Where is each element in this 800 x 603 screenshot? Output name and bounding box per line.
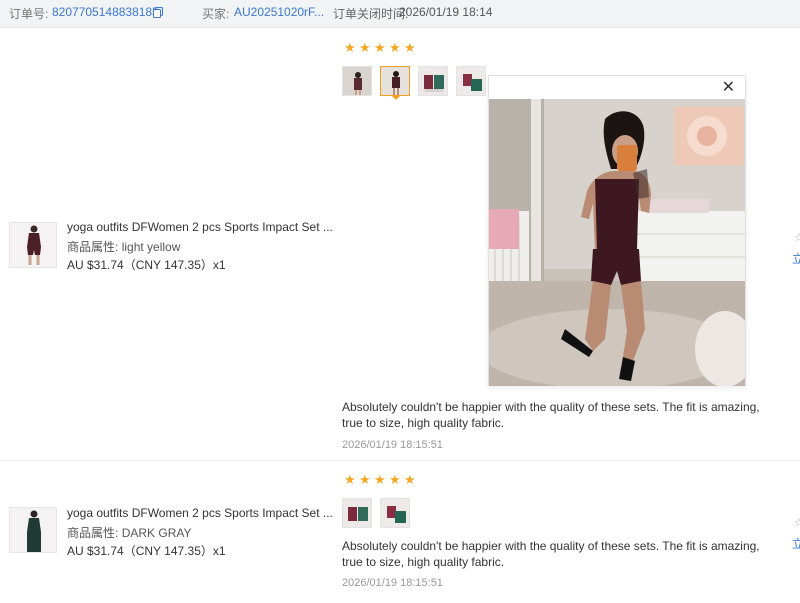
review-image-list (342, 498, 410, 528)
buyer-link[interactable]: AU20251020rF... (234, 5, 324, 19)
product-price: AU $31.74（CNY 147.35）x1 (67, 258, 226, 272)
star-icon: ★ (374, 40, 386, 55)
close-time-value: 2026/01/19 18:14 (399, 5, 493, 19)
rating-stars: ★ ★ ★ ★ ★ (344, 473, 417, 486)
attribute-label: 商品属性: (67, 526, 119, 540)
star-icon: ★ (344, 40, 356, 55)
image-preview-popup: ✕ (488, 75, 746, 386)
side-action-link[interactable]: 立 (792, 250, 800, 267)
copy-icon[interactable] (153, 7, 163, 18)
star-icon: ★ (404, 472, 416, 487)
product-name-link[interactable]: yoga outfits DFWomen 2 pcs Sports Impact… (67, 220, 333, 234)
review-image-thumbnail[interactable] (456, 66, 486, 96)
selected-image-caret (391, 95, 401, 100)
product-thumbnail[interactable] (9, 507, 57, 553)
star-icon: ★ (389, 472, 401, 487)
product-attribute: 商品属性: DARK GRAY (67, 524, 191, 541)
star-icon: ★ (344, 472, 356, 487)
review-image-thumbnail[interactable] (380, 498, 410, 528)
attribute-label: 商品属性: (67, 240, 119, 254)
attribute-value: light yellow (121, 240, 181, 254)
buyer-label: 买家: (202, 7, 230, 21)
product-thumbnail[interactable] (9, 222, 57, 268)
order-header-bar: 订单号: 8207705148838185 买家: AU20251020rF..… (0, 0, 800, 28)
order-number-link[interactable]: 8207705148838185 (52, 5, 159, 19)
side-action-hint: ☆ (794, 232, 800, 244)
review-image-thumbnail[interactable] (342, 498, 372, 528)
side-action-link[interactable]: 立 (792, 535, 800, 552)
star-icon: ★ (404, 40, 416, 55)
review-date: 2026/01/19 18:15:51 (342, 439, 443, 451)
review-image-thumbnail[interactable] (342, 66, 372, 96)
review-text: Absolutely couldn't be happier with the … (342, 400, 760, 430)
product-name-link[interactable]: yoga outfits DFWomen 2 pcs Sports Impact… (67, 506, 333, 520)
product-attribute: 商品属性: light yellow (67, 238, 180, 255)
product-price: AU $31.74（CNY 147.35）x1 (67, 544, 226, 558)
close-icon[interactable]: ✕ (722, 80, 735, 96)
side-action-hint: ☆ (794, 517, 800, 529)
rating-stars: ★ ★ ★ ★ ★ (344, 41, 417, 54)
attribute-value: DARK GRAY (121, 526, 192, 540)
star-icon: ★ (359, 40, 371, 55)
close-time-label: 订单关闭时间: (333, 7, 409, 21)
review-text: Absolutely couldn't be happier with the … (342, 539, 760, 569)
review-photo (489, 99, 745, 386)
review-image-list (342, 66, 486, 96)
review-image-thumbnail-selected[interactable] (380, 66, 410, 96)
order-number-label: 订单号: (9, 7, 49, 21)
star-icon: ★ (359, 472, 371, 487)
star-icon: ★ (389, 40, 401, 55)
review-date: 2026/01/19 18:15:51 (342, 577, 443, 589)
star-icon: ★ (374, 472, 386, 487)
review-row: yoga outfits DFWomen 2 pcs Sports Impact… (0, 462, 800, 603)
review-image-thumbnail[interactable] (418, 66, 448, 96)
